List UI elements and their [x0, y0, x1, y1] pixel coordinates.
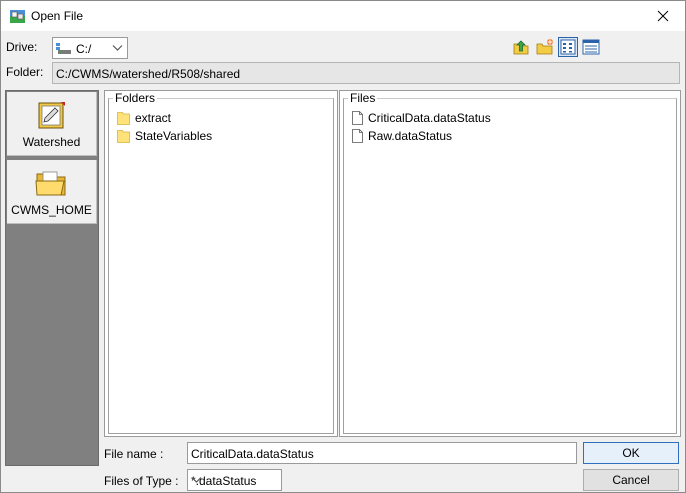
- file-name: Raw.dataStatus: [368, 129, 453, 143]
- files-group: Files CriticalData.dataStatus Raw.dataSt…: [343, 91, 677, 434]
- sidebar-item-cwms-home[interactable]: CWMS_HOME: [7, 160, 97, 224]
- files-legend: Files: [348, 91, 378, 105]
- new-folder-button[interactable]: [535, 37, 555, 57]
- drive-label: Drive:: [6, 40, 38, 54]
- sidebar-item-watershed[interactable]: Watershed: [7, 92, 97, 156]
- chevron-down-icon: [191, 474, 277, 488]
- list-item[interactable]: Raw.dataStatus: [352, 127, 452, 145]
- cancel-label: Cancel: [612, 473, 650, 487]
- list-view-button[interactable]: [558, 37, 578, 57]
- drive-value: C:/: [76, 42, 92, 56]
- file-name: CriticalData.dataStatus: [368, 111, 491, 125]
- list-view-icon: [560, 39, 576, 55]
- folder-path-value: C:/CWMS/watershed/R508/shared: [56, 67, 241, 81]
- chevron-down-icon: [112, 42, 123, 56]
- file-icon: [352, 111, 363, 125]
- close-icon: [657, 10, 669, 22]
- open-folder-icon: [35, 168, 69, 198]
- filetype-label: Files of Type :: [104, 474, 179, 488]
- app-icon: [9, 8, 26, 24]
- new-folder-icon: [536, 39, 553, 55]
- details-view-button[interactable]: [581, 37, 601, 57]
- close-button[interactable]: [641, 1, 685, 31]
- list-item[interactable]: extract: [117, 109, 171, 127]
- cancel-button[interactable]: Cancel: [583, 469, 679, 491]
- places-sidebar: Watershed CWMS_HOME: [5, 90, 99, 466]
- window-title: Open File: [31, 9, 84, 23]
- drive-icon: [56, 43, 72, 57]
- filename-label: File name :: [104, 447, 164, 461]
- list-item[interactable]: CriticalData.dataStatus: [352, 109, 491, 127]
- folder-label: Folder:: [6, 65, 44, 79]
- sidebar-item-label: CWMS_HOME: [11, 203, 92, 217]
- folder-icon: [117, 130, 130, 143]
- watershed-icon: [35, 100, 69, 130]
- file-icon: [352, 129, 363, 143]
- title-bar: Open File: [1, 1, 685, 31]
- folder-name: StateVariables: [135, 129, 213, 143]
- sidebar-item-label: Watershed: [22, 135, 81, 149]
- folders-legend: Folders: [113, 91, 158, 105]
- up-folder-icon: [513, 40, 529, 55]
- details-view-icon: [582, 39, 600, 55]
- filetype-select[interactable]: *.dataStatus: [187, 469, 282, 491]
- filename-input[interactable]: CriticalData.dataStatus: [187, 442, 577, 464]
- open-file-dialog: Open File Drive: C:/ Folder: C:/CWMS/wat…: [0, 0, 686, 493]
- folder-name: extract: [135, 111, 172, 125]
- ok-label: OK: [622, 446, 640, 460]
- folders-group: Folders extract StateVariables: [108, 91, 334, 434]
- folder-path-field[interactable]: C:/CWMS/watershed/R508/shared: [52, 62, 680, 84]
- ok-button[interactable]: OK: [583, 442, 679, 464]
- drive-select[interactable]: C:/: [52, 37, 128, 59]
- filename-value: CriticalData.dataStatus: [191, 447, 314, 461]
- up-folder-button[interactable]: [511, 37, 531, 57]
- list-item[interactable]: StateVariables: [117, 127, 212, 145]
- folder-icon: [117, 112, 130, 125]
